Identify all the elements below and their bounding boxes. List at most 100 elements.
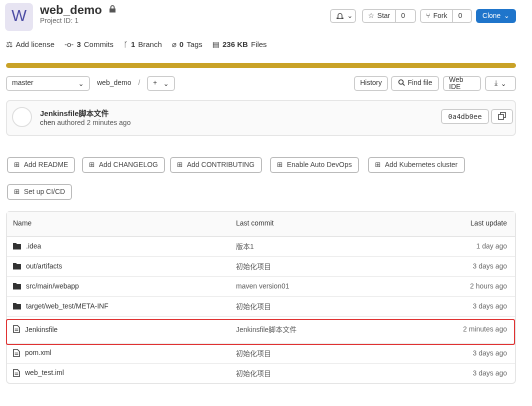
row-updated: 3 days ago bbox=[472, 350, 507, 357]
project-name[interactable]: web_demo bbox=[40, 3, 102, 17]
fork-button[interactable]: ⑂ Fork 0 bbox=[420, 9, 472, 23]
breadcrumb: web_demo / bbox=[97, 80, 145, 87]
row-commit[interactable]: 初始化项目 bbox=[236, 349, 271, 359]
plus-square-icon: ⊞ bbox=[89, 162, 95, 169]
clone-button[interactable]: Clone ⌄ bbox=[476, 9, 516, 23]
chevron-down-icon: ⌄ bbox=[163, 80, 169, 88]
table-row[interactable]: out/artifacts 初始化项目 3 days ago bbox=[7, 257, 515, 277]
add-contributing-button[interactable]: ⊞ Add CONTRIBUTING bbox=[170, 157, 262, 173]
file-icon bbox=[13, 325, 20, 335]
fork-count[interactable]: 0 bbox=[452, 10, 467, 22]
branches-link[interactable]: ᚴ 1 Branch bbox=[123, 40, 161, 49]
add-license-label: Add license bbox=[15, 40, 55, 49]
row-commit[interactable]: 初始化项目 bbox=[236, 302, 271, 312]
star-count[interactable]: 0 bbox=[395, 10, 410, 22]
row-commit[interactable]: 初始化项目 bbox=[236, 369, 271, 379]
file-name[interactable]: out/artifacts bbox=[26, 263, 62, 270]
row-commit[interactable]: 版本1 bbox=[236, 242, 254, 252]
chevron-down-icon: ⌄ bbox=[503, 13, 510, 20]
folder-icon bbox=[13, 262, 21, 271]
row-updated: 2 minutes ago bbox=[463, 326, 507, 334]
add-readme-button[interactable]: ⊞ Add README bbox=[7, 157, 76, 173]
row-commit[interactable]: Jenkinsfile脚本文件 bbox=[236, 325, 297, 335]
download-dropdown[interactable]: ⤓ ⌄ bbox=[485, 76, 516, 91]
row-updated: 3 days ago bbox=[472, 370, 507, 377]
star-button[interactable]: ☆ Star 0 bbox=[362, 9, 416, 23]
search-icon bbox=[398, 79, 405, 88]
history-label: History bbox=[360, 80, 382, 87]
chevron-down-icon: ⌄ bbox=[500, 80, 507, 88]
add-license-link[interactable]: ⚖ Add license bbox=[6, 40, 55, 49]
author-avatar[interactable] bbox=[12, 107, 32, 127]
commit-sha[interactable]: 0a4db0ee bbox=[441, 109, 489, 124]
file-name[interactable]: target/web_test/META-INF bbox=[26, 303, 108, 310]
files-size: 236 KB bbox=[222, 40, 248, 49]
history-button[interactable]: History bbox=[354, 76, 388, 91]
branch-icon: ᚴ bbox=[123, 40, 128, 49]
table-row[interactable]: src/main/webapp maven version01 2 hours … bbox=[7, 277, 515, 297]
tags-label: Tags bbox=[186, 40, 203, 49]
commits-link[interactable]: -o- 3 Commits bbox=[65, 40, 114, 49]
file-name[interactable]: src/main/webapp bbox=[26, 283, 79, 290]
file-name[interactable]: Jenkinsfile bbox=[25, 327, 58, 334]
table-row[interactable]: pom.xml 初始化项目 3 days ago bbox=[7, 344, 515, 364]
file-icon bbox=[13, 348, 20, 359]
breadcrumb-separator: / bbox=[138, 80, 141, 87]
row-commit[interactable]: 初始化项目 bbox=[236, 262, 271, 272]
scale-icon: ⚖ bbox=[6, 40, 13, 49]
copy-icon bbox=[498, 111, 506, 122]
branch-count: 1 bbox=[130, 40, 136, 49]
add-contributing-label: Add CONTRIBUTING bbox=[186, 161, 255, 169]
notification-dropdown[interactable]: ⌄ bbox=[330, 9, 356, 23]
row-commit[interactable]: maven version01 bbox=[236, 283, 289, 290]
table-row[interactable]: .idea 版本1 1 day ago bbox=[7, 237, 515, 257]
fork-label: Fork bbox=[433, 12, 448, 20]
chevron-down-icon: ⌄ bbox=[347, 13, 353, 20]
header-last-commit: Last commit bbox=[236, 220, 274, 228]
plus-square-icon: ⊞ bbox=[277, 162, 283, 169]
row-updated: 2 hours ago bbox=[470, 283, 507, 290]
commit-author[interactable]: chen bbox=[40, 120, 55, 127]
setup-cicd-button[interactable]: ⊞ Set up CI/CD bbox=[7, 184, 73, 200]
plus-square-icon: ⊞ bbox=[14, 189, 20, 196]
table-row[interactable]: web_test.iml 初始化项目 3 days ago bbox=[7, 364, 515, 383]
tags-link[interactable]: ⌀ 0 Tags bbox=[172, 40, 203, 49]
add-kubernetes-button[interactable]: ⊞ Add Kubernetes cluster bbox=[368, 157, 465, 173]
star-label: Star bbox=[377, 12, 391, 20]
find-file-label: Find file bbox=[407, 80, 433, 87]
clone-label: Clone bbox=[482, 12, 501, 20]
plus-icon: + bbox=[153, 80, 158, 87]
enable-auto-devops-button[interactable]: ⊞ Enable Auto DevOps bbox=[270, 157, 359, 173]
file-icon: ▤ bbox=[212, 40, 220, 49]
branch-name: master bbox=[12, 80, 34, 87]
branch-label: Branch bbox=[138, 40, 162, 49]
add-dropdown[interactable]: + ⌄ bbox=[147, 76, 175, 91]
files-link[interactable]: ▤ 236 KB Files bbox=[212, 40, 266, 49]
project-title[interactable]: web_demo bbox=[40, 2, 116, 17]
tag-icon: ⌀ bbox=[171, 40, 177, 49]
table-row[interactable]: Jenkinsfile Jenkinsfile脚本文件 2 minutes ag… bbox=[7, 317, 515, 344]
setup-cicd-label: Set up CI/CD bbox=[23, 188, 66, 196]
header-last-update: Last update bbox=[470, 220, 507, 228]
language-bar bbox=[6, 63, 516, 68]
table-row[interactable]: target/web_test/META-INF 初始化项目 3 days ag… bbox=[7, 297, 515, 317]
file-name[interactable]: .idea bbox=[26, 243, 41, 250]
plus-square-icon: ⊞ bbox=[177, 162, 183, 169]
add-changelog-button[interactable]: ⊞ Add CHANGELOG bbox=[82, 157, 166, 173]
copy-sha-button[interactable] bbox=[491, 109, 513, 124]
files-label: Files bbox=[250, 40, 267, 49]
commit-meta: chen authored 2 minutes ago bbox=[40, 120, 131, 127]
download-icon: ⤓ bbox=[494, 79, 498, 87]
row-updated: 1 day ago bbox=[476, 243, 507, 250]
web-ide-button[interactable]: Web IDE bbox=[443, 76, 481, 91]
branch-selector[interactable]: master ⌄ bbox=[6, 76, 90, 91]
commit-message[interactable]: Jenkinsfile脚本文件 bbox=[40, 108, 109, 119]
row-updated: 3 days ago bbox=[472, 303, 507, 310]
header-name: Name bbox=[13, 220, 32, 228]
breadcrumb-root[interactable]: web_demo bbox=[97, 80, 131, 87]
file-name[interactable]: web_test.iml bbox=[25, 370, 64, 377]
plus-square-icon: ⊞ bbox=[375, 162, 381, 169]
find-file-button[interactable]: Find file bbox=[391, 76, 439, 91]
project-stats: ⚖ Add license -o- 3 Commits ᚴ 1 Branch ⌀… bbox=[6, 40, 267, 49]
file-name[interactable]: pom.xml bbox=[25, 350, 51, 357]
